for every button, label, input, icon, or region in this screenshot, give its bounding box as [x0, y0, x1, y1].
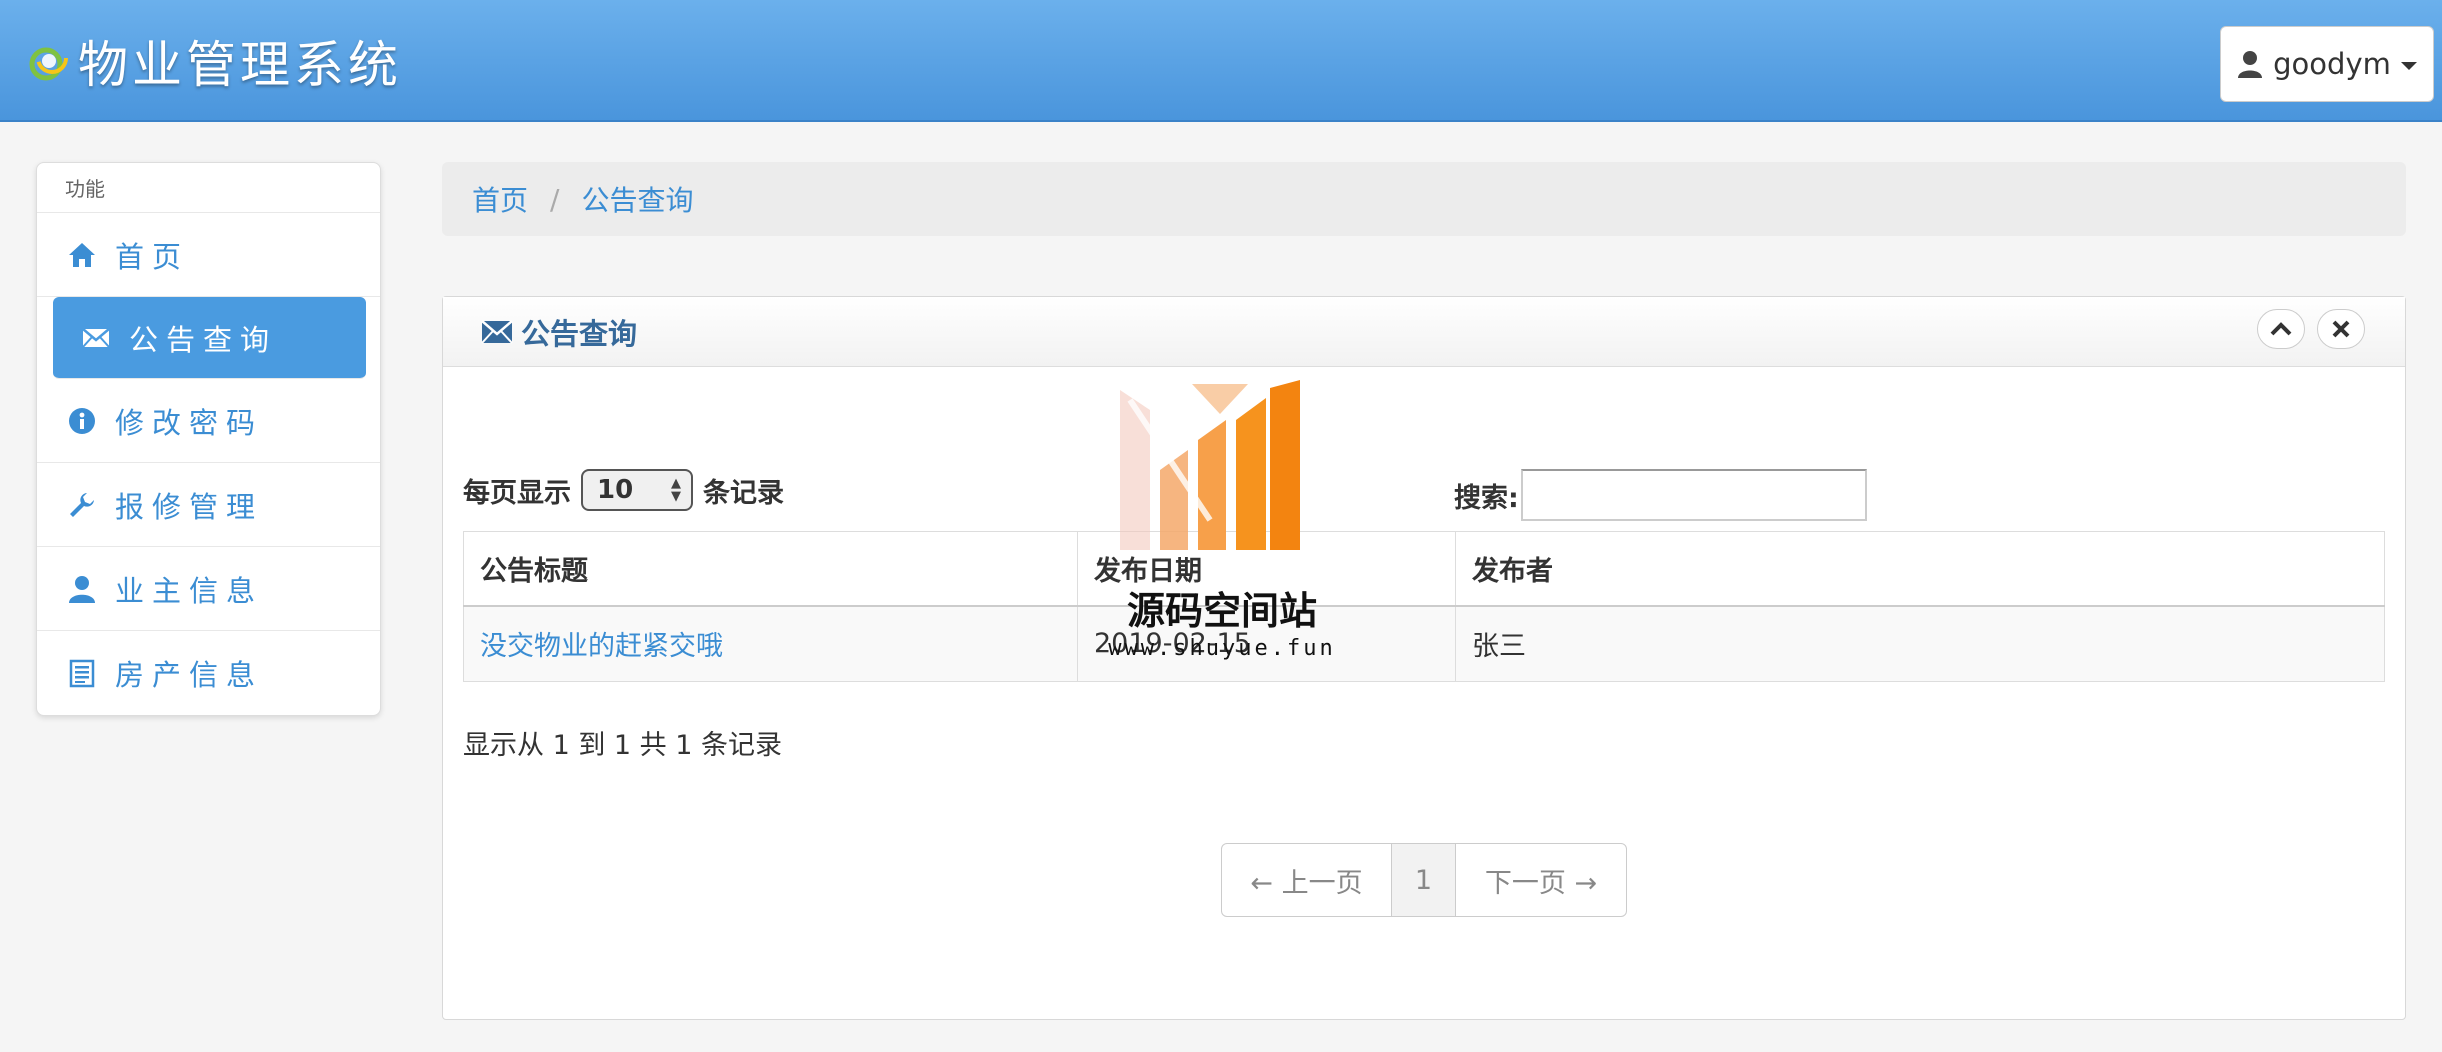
breadcrumb: 首页 / 公告查询 [442, 162, 2406, 236]
sidebar-item-label: 报修管理 [115, 489, 264, 524]
page-number-button[interactable]: 1 [1392, 844, 1456, 916]
user-icon [2238, 51, 2263, 78]
column-header-title[interactable]: 公告标题 [463, 531, 1078, 607]
sidebar-item-properties[interactable]: 房产信息 [37, 631, 380, 715]
sidebar: 功能 首页 公告查询 修改密码 报修管理 业主信息 房产信息 [36, 162, 381, 716]
per-page-prefix: 每页显示 [463, 477, 571, 509]
breadcrumb-current[interactable]: 公告查询 [581, 179, 693, 219]
search-control: 搜索: [1454, 469, 1867, 521]
brand-logo-icon [29, 42, 68, 81]
sidebar-item-repairs[interactable]: 报修管理 [37, 463, 380, 547]
close-icon [2332, 320, 2350, 338]
sidebar-item-label: 修改密码 [115, 405, 264, 440]
panel-header: 公告查询 [443, 297, 2405, 367]
watermark: 源码空间站 www.shuyue.fun [1100, 380, 1344, 670]
page-length-value: 10 [597, 475, 634, 505]
close-button[interactable] [2317, 309, 2365, 349]
sidebar-item-label: 首页 [115, 239, 190, 274]
wrench-icon [70, 492, 94, 517]
list-icon [69, 659, 95, 688]
home-icon [69, 242, 95, 267]
sidebar-item-change-password[interactable]: 修改密码 [37, 379, 380, 463]
watermark-url: www.shuyue.fun [1108, 636, 1336, 661]
sidebar-item-label: 业主信息 [115, 573, 264, 608]
sidebar-item-label: 公告查询 [129, 322, 278, 357]
chevron-up-icon [2270, 322, 2292, 336]
cell-publisher: 张三 [1455, 605, 2385, 682]
sidebar-item-label: 房产信息 [115, 658, 264, 692]
notice-title-link[interactable]: 没交物业的赶紧交哦 [480, 631, 723, 662]
page-length-control: 每页显示 10 ▲ ▼ 条记录 [463, 469, 784, 511]
pagination: ← 上一页 1 下一页 → [1221, 843, 1627, 917]
column-header-publisher[interactable]: 发布者 [1455, 531, 2385, 607]
breadcrumb-separator: / [550, 182, 560, 216]
cell-title: 没交物业的赶紧交哦 [463, 605, 1078, 682]
chevron-down-icon [2400, 62, 2417, 70]
notice-table: 公告标题 发布日期 发布者 没交物业的赶紧交哦 2019-02-15 张三 [463, 531, 2385, 682]
envelope-icon [481, 319, 513, 344]
search-label: 搜索: [1454, 482, 1519, 514]
watermark-text: 源码空间站 [1126, 589, 1317, 633]
brand[interactable]: 物业管理系统 [26, 28, 402, 94]
info-icon [69, 407, 95, 434]
collapse-button[interactable] [2257, 309, 2305, 349]
panel-title: 公告查询 [521, 316, 638, 351]
sidebar-item-owners[interactable]: 业主信息 [37, 547, 380, 631]
select-arrows-icon: ▲ ▼ [671, 476, 681, 504]
table-row: 没交物业的赶紧交哦 2019-02-15 张三 [463, 605, 2385, 682]
search-input[interactable] [1520, 469, 1867, 521]
sidebar-item-notices[interactable]: 公告查询 [53, 297, 366, 379]
username: goodym [2273, 47, 2391, 81]
prev-page-button[interactable]: ← 上一页 [1222, 844, 1392, 916]
page-length-select[interactable]: 10 ▲ ▼ [581, 469, 693, 511]
top-navbar: 物业管理系统 goodym [0, 0, 2442, 122]
next-page-button[interactable]: 下一页 → [1456, 844, 1626, 916]
sidebar-heading: 功能 [37, 163, 380, 213]
envelope-icon [82, 327, 110, 348]
user-icon [69, 575, 95, 603]
breadcrumb-home-link[interactable]: 首页 [472, 179, 528, 219]
panel-tools [2257, 309, 2365, 349]
app-title: 物业管理系统 [78, 36, 402, 94]
watermark-logo-icon [1120, 380, 1300, 550]
table-header-row: 公告标题 发布日期 发布者 [463, 531, 2385, 607]
sidebar-item-home[interactable]: 首页 [37, 213, 380, 297]
user-menu-button[interactable]: goodym [2220, 26, 2434, 102]
notice-panel: 公告查询 每页显示 10 ▲ ▼ 条记录 搜索: 公告标题 发布日期 发布者 没… [442, 296, 2406, 1020]
per-page-suffix: 条记录 [703, 477, 784, 509]
table-info-text: 显示从 1 到 1 共 1 条记录 [463, 730, 783, 761]
